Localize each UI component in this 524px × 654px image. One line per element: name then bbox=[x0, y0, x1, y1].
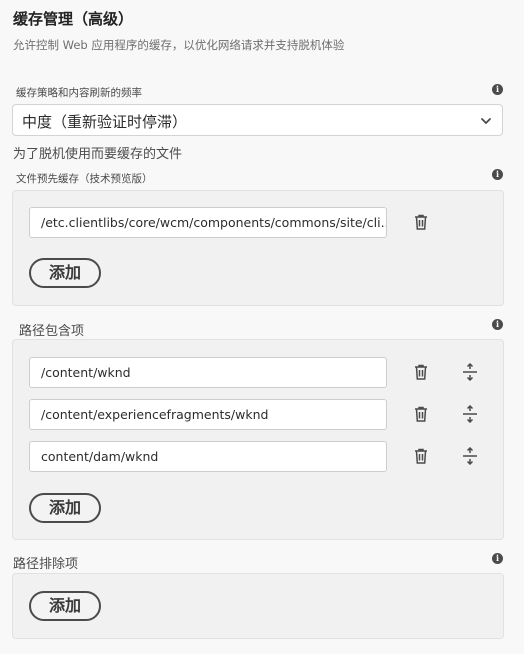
drag-handle-icon[interactable] bbox=[460, 446, 480, 466]
trash-icon[interactable] bbox=[411, 446, 431, 466]
drag-handle-icon[interactable] bbox=[460, 362, 480, 382]
trash-icon[interactable] bbox=[411, 404, 431, 424]
path-excludes-label: 路径排除项 bbox=[13, 557, 79, 572]
precache-label: 文件预先缓存（技术预览版） bbox=[16, 173, 153, 185]
path-excludes-panel: 添加 bbox=[12, 573, 504, 639]
drag-handle-icon[interactable] bbox=[460, 404, 480, 424]
page-title: 缓存管理（高级） bbox=[13, 10, 134, 28]
path-include-field[interactable]: content/dam/wknd bbox=[29, 441, 387, 472]
page-subtitle: 允许控制 Web 应用程序的缓存，以优化网络请求并支持脱机体验 bbox=[13, 38, 345, 52]
chevron-down-icon bbox=[481, 118, 491, 124]
offline-files-heading: 为了脱机使用而要缓存的文件 bbox=[13, 147, 183, 162]
path-includes-panel: /content/wknd /content/experiencefragmen… bbox=[12, 339, 504, 540]
path-include-field[interactable]: /content/experiencefragments/wknd bbox=[29, 399, 387, 430]
precache-file-field[interactable]: /etc.clientlibs/core/wcm/components/comm… bbox=[29, 207, 387, 238]
path-includes-label: 路径包含项 bbox=[19, 324, 85, 339]
precache-panel: /etc.clientlibs/core/wcm/components/comm… bbox=[12, 190, 504, 306]
info-icon[interactable]: i bbox=[492, 169, 503, 180]
cache-strategy-label: 缓存策略和内容刷新的频率 bbox=[16, 87, 142, 99]
path-include-field[interactable]: /content/wknd bbox=[29, 357, 387, 388]
info-icon[interactable]: i bbox=[492, 553, 503, 564]
cache-strategy-value: 中度（重新验证时停滞） bbox=[22, 113, 188, 131]
add-precache-button[interactable]: 添加 bbox=[29, 258, 101, 288]
cache-strategy-select[interactable]: 中度（重新验证时停滞） bbox=[12, 104, 503, 136]
info-icon[interactable]: i bbox=[492, 319, 503, 330]
trash-icon[interactable] bbox=[411, 362, 431, 382]
add-path-include-button[interactable]: 添加 bbox=[29, 493, 101, 523]
trash-icon[interactable] bbox=[411, 212, 431, 232]
add-path-exclude-button[interactable]: 添加 bbox=[29, 591, 101, 621]
info-icon[interactable]: i bbox=[492, 84, 503, 95]
